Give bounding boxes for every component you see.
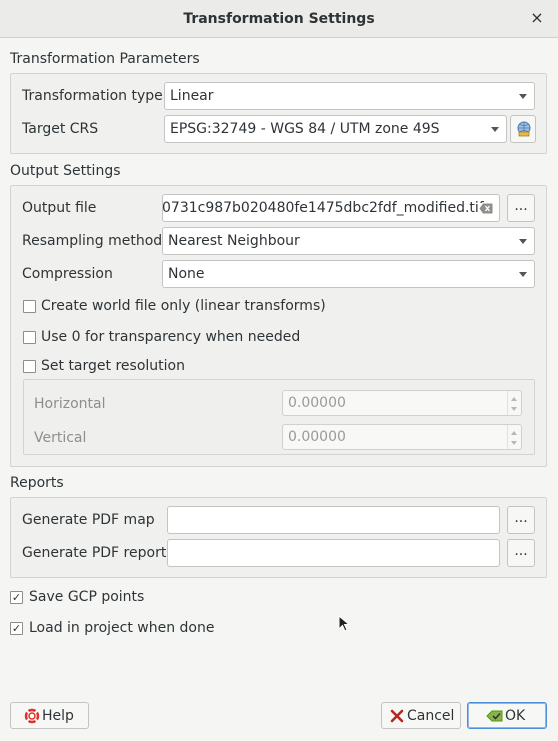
vertical-label: Vertical [34,430,87,446]
load-project-checkbox[interactable]: ✓ [10,622,23,635]
ok-button[interactable]: OK [467,702,547,729]
horizontal-value: 0.00000 [288,395,346,411]
transformation-type-label: Transformation type [22,88,163,104]
target-crs-value: EPSG:32749 - WGS 84 / UTM zone 49S [170,121,440,137]
transparency-checkbox[interactable] [23,331,36,344]
vertical-spinbox[interactable]: 0.00000 [282,424,522,450]
world-file-label: Create world file only (linear transform… [41,298,326,314]
spin-arrows-icon[interactable] [507,425,521,449]
save-gcp-label: Save GCP points [29,589,145,605]
pdf-report-browse-button[interactable]: ... [507,539,535,567]
compression-select[interactable]: None [162,260,535,288]
resampling-method-label: Resampling method [22,233,163,249]
help-button-label: Help [42,708,74,724]
ok-button-label: OK [505,708,526,724]
cancel-button[interactable]: Cancel [381,702,461,729]
chevron-down-icon [519,94,527,99]
cancel-icon [390,709,404,723]
resampling-method-select[interactable]: Nearest Neighbour [162,227,535,255]
compression-value: None [168,266,205,282]
transformation-parameters-title: Transformation Parameters [10,51,200,67]
chevron-down-icon [491,127,499,132]
ok-icon [486,710,503,722]
select-crs-button[interactable] [510,115,536,143]
help-icon [24,708,40,724]
pdf-map-input[interactable] [167,506,500,534]
chevron-down-icon [519,272,527,277]
pdf-map-label: Generate PDF map [22,512,155,528]
pdf-report-input[interactable] [167,539,500,567]
help-button[interactable]: Help [10,702,89,729]
crs-globe-icon [517,121,531,137]
output-file-label: Output file [22,200,97,216]
transformation-type-select[interactable]: Linear [164,82,535,110]
target-resolution-checkbox[interactable] [23,360,36,373]
target-crs-select[interactable]: EPSG:32749 - WGS 84 / UTM zone 49S [164,115,507,143]
chevron-down-icon [519,239,527,244]
world-file-checkbox[interactable] [23,300,36,313]
mouse-cursor-icon [338,615,351,632]
horizontal-spinbox[interactable]: 0.00000 [282,390,522,416]
target-crs-label: Target CRS [22,121,99,137]
transparency-label: Use 0 for transparency when needed [41,329,301,345]
title-bar: Transformation Settings × [0,0,558,38]
cancel-button-label: Cancel [407,708,455,724]
save-gcp-checkbox[interactable]: ✓ [10,591,23,604]
load-project-label: Load in project when done [29,620,215,636]
resampling-method-value: Nearest Neighbour [168,233,300,249]
spin-arrows-icon[interactable] [507,391,521,415]
horizontal-label: Horizontal [34,396,106,412]
compression-label: Compression [22,266,113,282]
output-file-browse-button[interactable]: ... [507,194,535,222]
window-title: Transformation Settings [183,11,375,27]
pdf-map-browse-button[interactable]: ... [507,506,535,534]
clear-icon[interactable] [479,203,493,214]
output-file-value: 0731c987b020480fe1475dbc2fdf_modified.ti… [162,200,484,216]
output-settings-title: Output Settings [10,163,121,179]
pdf-report-label: Generate PDF report [22,545,167,561]
reports-title: Reports [10,475,64,491]
output-file-input[interactable]: 0731c987b020480fe1475dbc2fdf_modified.ti… [162,194,500,222]
close-icon[interactable]: × [528,9,546,27]
transformation-type-value: Linear [170,88,214,104]
vertical-value: 0.00000 [288,429,346,445]
target-resolution-label: Set target resolution [41,358,185,374]
